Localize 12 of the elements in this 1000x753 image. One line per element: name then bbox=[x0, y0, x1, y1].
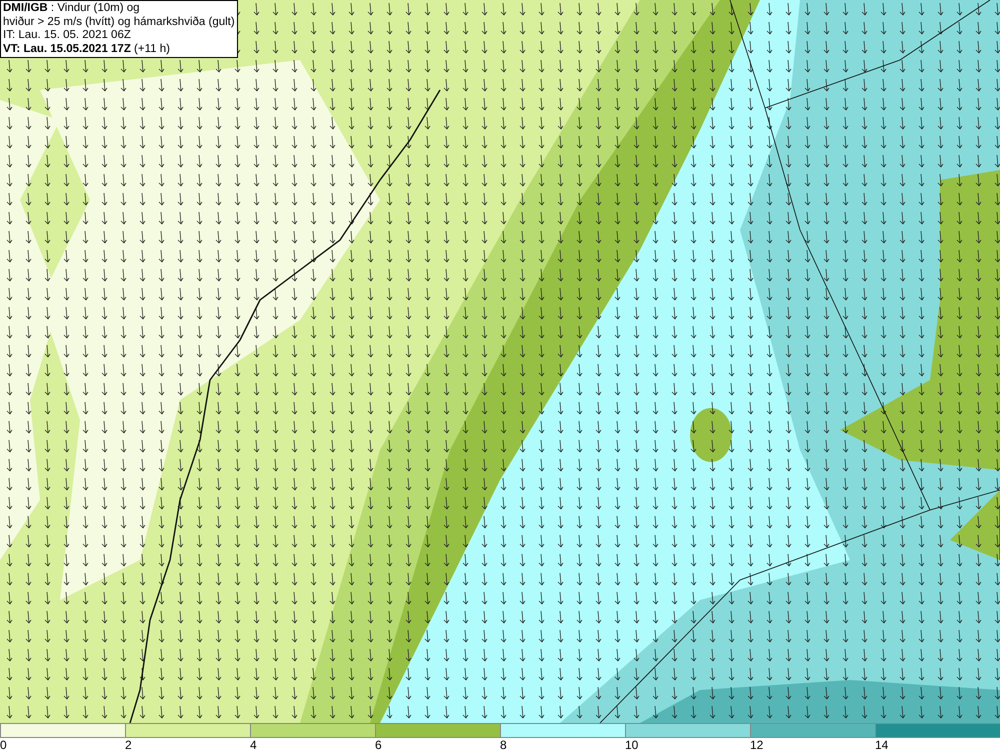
legend-label: 4 bbox=[250, 738, 257, 752]
title-line: IT: Lau. 15. 05. 2021 06Z bbox=[3, 29, 132, 42]
legend-label: 6 bbox=[375, 738, 382, 752]
title-line: DMI/IGB : Vindur (10m) og bbox=[3, 2, 141, 16]
legend-label: 2 bbox=[125, 738, 132, 752]
title-line: hviður > 25 m/s (hvítt) og hámarkshviða (gult) bbox=[3, 16, 235, 29]
legend-label: 8 bbox=[500, 738, 507, 752]
legend-label: 0 bbox=[0, 738, 7, 752]
title-line: VT: Lau. 15.05.2021 17Z (+11 h) bbox=[3, 42, 171, 56]
legend-label: 14 bbox=[875, 738, 888, 752]
legend-label: 10 bbox=[625, 738, 638, 752]
legend-label: 12 bbox=[750, 738, 764, 752]
